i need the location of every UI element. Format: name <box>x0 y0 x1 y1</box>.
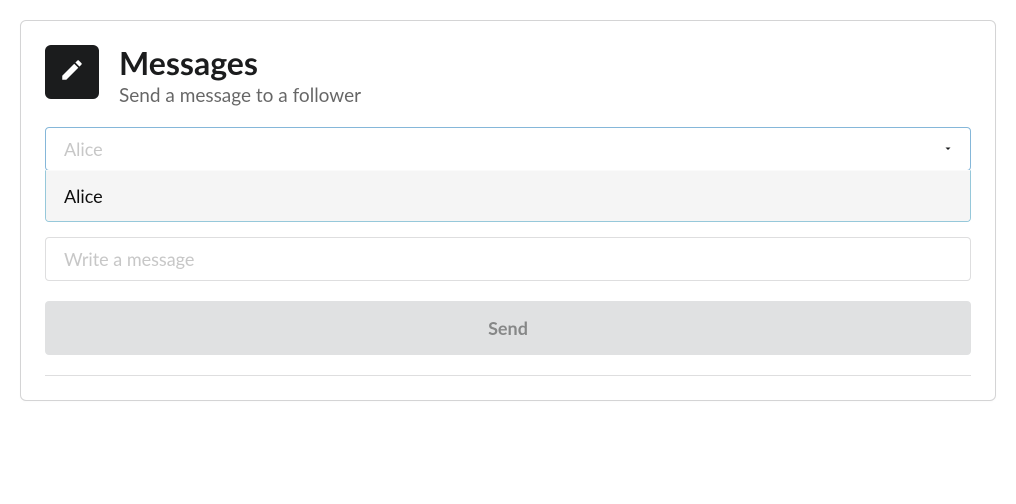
message-input-wrap <box>45 237 971 281</box>
chevron-down-icon <box>942 139 954 158</box>
recipient-dropdown[interactable]: Alice Alice <box>45 127 971 171</box>
page-subtitle: Send a message to a follower <box>119 84 361 107</box>
header-text: Messages Send a message to a follower <box>119 45 361 107</box>
dropdown-placeholder: Alice <box>64 138 103 160</box>
page-title: Messages <box>119 45 361 82</box>
divider <box>45 375 971 376</box>
send-button[interactable]: Send <box>45 301 971 355</box>
pencil-icon <box>59 57 85 87</box>
pencil-icon-box <box>45 45 99 99</box>
dropdown-menu: Alice <box>45 170 971 222</box>
messages-card: Messages Send a message to a follower Al… <box>20 20 996 401</box>
dropdown-option-alice[interactable]: Alice <box>46 171 970 221</box>
message-input[interactable] <box>64 248 952 270</box>
card-header: Messages Send a message to a follower <box>45 45 971 107</box>
